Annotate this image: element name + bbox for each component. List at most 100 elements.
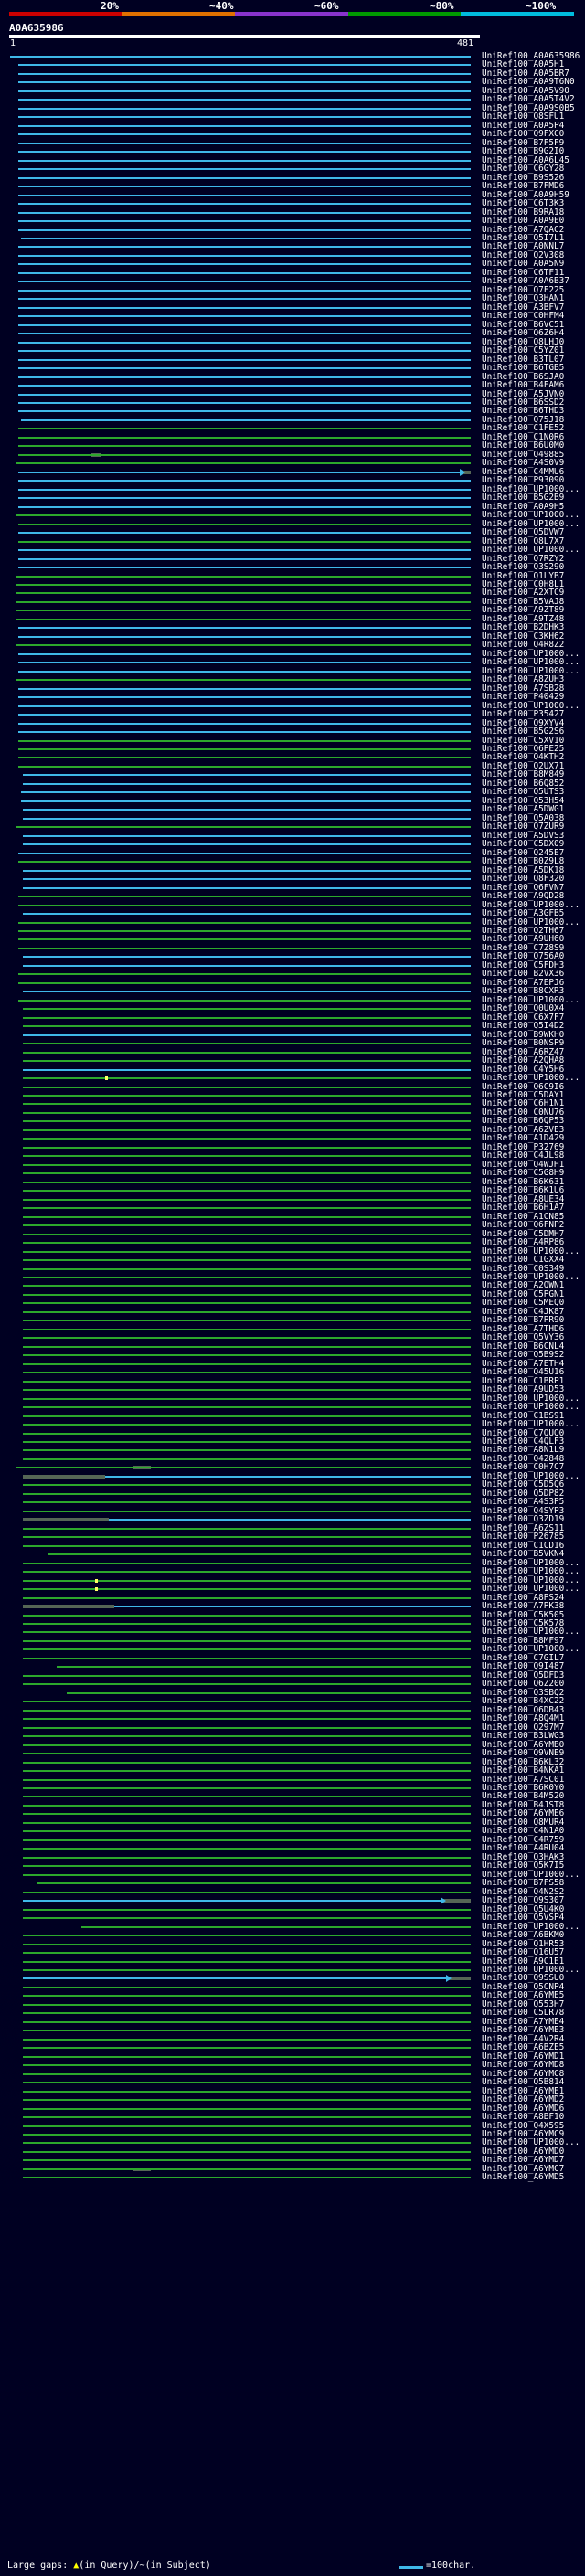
hit-alignment-line[interactable]	[47, 1553, 471, 1556]
hit-alignment-line[interactable]	[18, 670, 471, 673]
hit-alignment-line[interactable]	[16, 826, 471, 829]
hit-alignment-line[interactable]	[22, 1648, 471, 1651]
hit-alignment-line[interactable]	[22, 1016, 471, 1019]
hit-alignment-line[interactable]	[18, 186, 471, 188]
hit-alignment-line[interactable]	[18, 323, 471, 326]
hit-alignment-line[interactable]	[10, 56, 471, 58]
hit-alignment-line[interactable]	[22, 1345, 471, 1348]
hit-alignment-line[interactable]	[22, 1562, 471, 1564]
hit-alignment-line[interactable]	[18, 705, 471, 707]
hit-alignment-line[interactable]	[22, 1935, 471, 1937]
hit-alignment-line[interactable]	[18, 72, 471, 75]
hit-alignment-line[interactable]	[18, 99, 471, 101]
hit-alignment-line[interactable]	[22, 1155, 471, 1158]
hit-alignment-line[interactable]	[22, 1207, 471, 1210]
hit-alignment-line[interactable]	[22, 964, 471, 967]
hit-alignment-line[interactable]	[22, 2116, 471, 2119]
hit-alignment-line[interactable]	[18, 652, 471, 655]
hit-alignment-line[interactable]	[22, 1406, 471, 1409]
hit-alignment-line[interactable]	[18, 662, 471, 664]
hit-alignment-line[interactable]	[18, 896, 471, 898]
hit-alignment-line[interactable]	[22, 1787, 471, 1789]
hit-alignment-line[interactable]	[22, 1215, 471, 1218]
hit-alignment-line[interactable]	[22, 913, 471, 916]
hit-alignment-line[interactable]	[22, 1328, 471, 1330]
hit-alignment-line[interactable]	[18, 861, 471, 864]
hit-alignment-line[interactable]	[22, 1224, 471, 1227]
hit-alignment-line[interactable]	[22, 843, 471, 846]
hit-alignment-line[interactable]	[109, 1519, 471, 1521]
hit-alignment-line[interactable]	[20, 800, 471, 802]
hit-alignment-line[interactable]	[22, 1536, 471, 1539]
hit-alignment-line[interactable]	[22, 1718, 471, 1721]
hit-alignment-line[interactable]	[18, 410, 471, 413]
hit-alignment-line[interactable]	[18, 999, 471, 1002]
hit-alignment-line[interactable]	[18, 904, 471, 906]
hit-alignment-line[interactable]	[18, 298, 471, 301]
hit-alignment-line[interactable]	[22, 2030, 471, 2032]
hit-alignment-line[interactable]	[22, 2177, 471, 2179]
hit-alignment-line[interactable]	[22, 2064, 471, 2067]
hit-alignment-line[interactable]	[18, 739, 471, 742]
hit-alignment-line[interactable]	[22, 1320, 471, 1322]
hit-alignment-line[interactable]	[22, 1362, 471, 1365]
hit-alignment-line[interactable]	[22, 1138, 471, 1140]
hit-alignment-line[interactable]	[22, 1917, 471, 1920]
hit-alignment-line[interactable]	[22, 1501, 471, 1504]
hit-alignment-line[interactable]	[18, 341, 471, 344]
hit-alignment-line[interactable]	[22, 1744, 471, 1746]
hit-alignment-line[interactable]	[22, 1129, 471, 1131]
hit-alignment-line[interactable]	[22, 1198, 471, 1201]
hit-alignment-line[interactable]	[16, 610, 471, 612]
hit-alignment-line[interactable]	[22, 2125, 471, 2127]
hit-alignment-line[interactable]	[22, 869, 471, 872]
hit-alignment-line[interactable]	[22, 2038, 471, 2041]
hit-alignment-line[interactable]	[16, 514, 471, 517]
hit-alignment-line[interactable]	[22, 1060, 471, 1063]
hit-alignment-line[interactable]	[22, 1389, 471, 1392]
hit-alignment-line[interactable]	[22, 1753, 471, 1755]
hit-alignment-line[interactable]	[22, 1891, 471, 1893]
hit-alignment-line[interactable]	[18, 228, 471, 231]
hit-alignment-line[interactable]	[22, 1952, 471, 1955]
hit-alignment-line[interactable]	[18, 358, 471, 361]
hit-alignment-line[interactable]	[20, 791, 471, 794]
hit-alignment-line[interactable]	[22, 1397, 471, 1400]
hit-alignment-line[interactable]	[22, 1735, 471, 1738]
hit-alignment-line[interactable]	[22, 1571, 471, 1574]
hit-alignment-line[interactable]	[22, 817, 471, 820]
hit-alignment-line[interactable]	[22, 1354, 471, 1357]
hit-alignment-line[interactable]	[18, 973, 471, 976]
hit-alignment-line[interactable]	[18, 731, 471, 734]
hit-alignment-line[interactable]	[18, 722, 471, 725]
hit-alignment-line[interactable]	[22, 1813, 471, 1816]
hit-alignment-line[interactable]	[22, 991, 471, 993]
hit-alignment-line[interactable]	[18, 557, 471, 560]
hit-alignment-line[interactable]	[22, 1631, 471, 1634]
hit-alignment-line[interactable]	[22, 1968, 471, 1971]
hit-alignment-line[interactable]	[22, 2072, 471, 2075]
hit-alignment-line[interactable]	[18, 947, 471, 949]
hit-alignment-line[interactable]	[22, 1172, 471, 1175]
hit-alignment-line[interactable]	[22, 956, 471, 959]
hit-alignment-line[interactable]	[18, 124, 471, 127]
hit-alignment-line[interactable]	[22, 1432, 471, 1435]
hit-alignment-line[interactable]	[18, 203, 471, 206]
hit-alignment-line[interactable]	[22, 2012, 471, 2015]
hit-alignment-line[interactable]	[18, 436, 471, 439]
hit-alignment-line[interactable]	[18, 385, 471, 387]
hit-alignment-line[interactable]	[18, 929, 471, 932]
hit-alignment-line[interactable]	[18, 635, 471, 638]
hit-alignment-line[interactable]	[18, 81, 471, 84]
hit-alignment-line[interactable]	[22, 2047, 471, 2050]
hit-alignment-line[interactable]	[22, 1596, 471, 1599]
hit-alignment-line[interactable]	[22, 878, 471, 881]
hit-alignment-line[interactable]	[22, 1977, 446, 1980]
hit-alignment-line[interactable]	[22, 2134, 471, 2136]
hit-alignment-line[interactable]	[22, 1458, 471, 1460]
hit-alignment-line[interactable]	[18, 116, 471, 119]
hit-alignment-line[interactable]	[22, 1579, 471, 1582]
hit-alignment-line[interactable]	[22, 1995, 471, 1998]
hit-alignment-line[interactable]	[22, 1492, 471, 1495]
hit-alignment-line[interactable]	[22, 1163, 471, 1166]
